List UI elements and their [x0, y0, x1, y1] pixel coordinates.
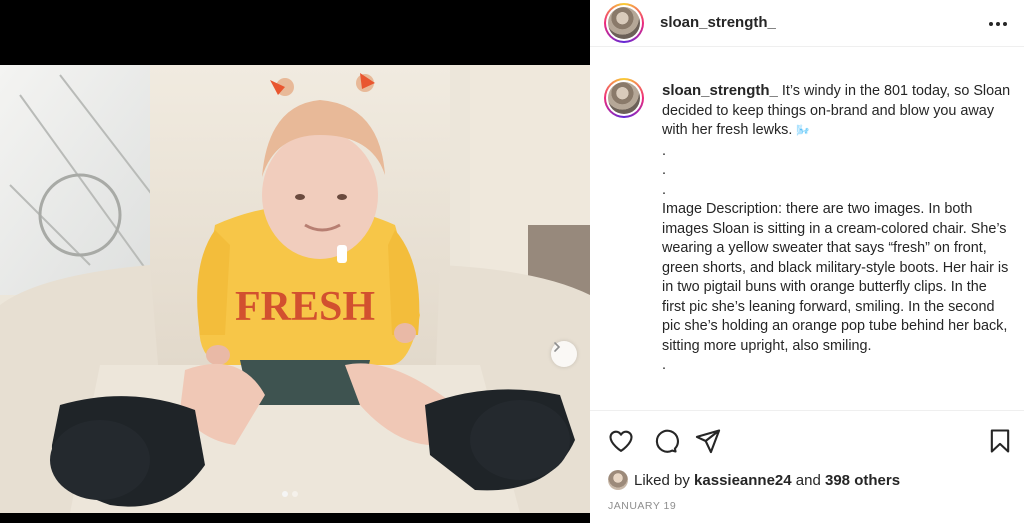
caption-trailing-dot: .: [662, 357, 666, 373]
sweater-text: FRESH: [235, 284, 375, 330]
caption-username[interactable]: sloan_strength_: [662, 82, 778, 99]
bookmark-icon: [990, 429, 1010, 453]
post-date[interactable]: JANUARY 19: [608, 500, 676, 512]
caption-area: sloan_strength_ It’s windy in the 801 to…: [590, 48, 1024, 410]
instagram-post: FRESH sloan_strength_ sloan_strength_ It…: [0, 0, 1024, 523]
carousel-dot-active: [282, 491, 288, 497]
likes-prefix: Liked by: [634, 471, 695, 489]
comment-icon: [655, 429, 679, 453]
carousel-next-button[interactable]: [551, 341, 577, 367]
likes-middle: and: [791, 471, 825, 489]
share-button[interactable]: [694, 427, 722, 455]
post-media: FRESH: [0, 0, 590, 523]
post-actions: [590, 410, 1024, 468]
likes-others-link[interactable]: 398 others: [825, 472, 900, 489]
likes-summary: Liked by kassieanne24 and 398 others: [608, 469, 900, 491]
carousel-indicator: [282, 491, 298, 497]
post-photo: FRESH: [0, 65, 590, 513]
liker-avatar[interactable]: [608, 470, 628, 490]
heart-icon: [609, 430, 633, 452]
liker-username[interactable]: kassieanne24: [694, 472, 792, 489]
caption-author-avatar[interactable]: [604, 78, 644, 118]
more-dots-icon: [989, 22, 993, 26]
save-button[interactable]: [986, 427, 1014, 455]
carousel-dot: [292, 491, 298, 497]
chevron-right-icon: [554, 342, 561, 352]
like-button[interactable]: [607, 427, 635, 455]
author-username[interactable]: sloan_strength_: [660, 14, 776, 31]
post-header: sloan_strength_: [590, 0, 1024, 47]
photo-illustration: FRESH: [0, 65, 590, 513]
paper-plane-icon: [695, 429, 721, 454]
more-options-button[interactable]: [986, 14, 1010, 34]
image-description: Image Description: there are two images.…: [662, 201, 1009, 354]
wind-emoji-icon: 🌬️: [796, 125, 811, 137]
caption-spacer-dot: .: [662, 181, 666, 198]
caption-spacer-dot: .: [662, 142, 666, 159]
comment-button[interactable]: [651, 427, 679, 455]
post-side-panel: sloan_strength_ sloan_strength_ It’s win…: [590, 0, 1024, 523]
caption-spacer-dot: .: [662, 162, 666, 178]
post-caption: sloan_strength_ It’s windy in the 801 to…: [662, 81, 1012, 376]
author-avatar[interactable]: [604, 3, 644, 43]
